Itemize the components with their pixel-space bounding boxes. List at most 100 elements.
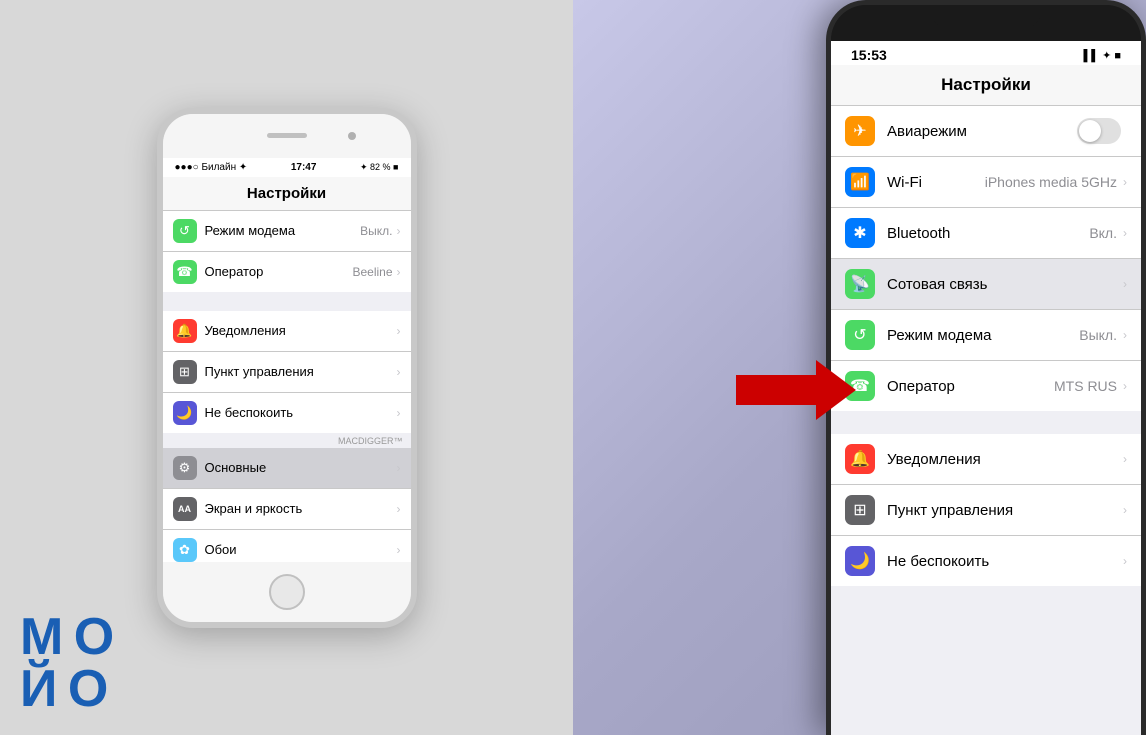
item-label: Пункт управления bbox=[887, 502, 1123, 519]
left-panel: ●●●○ Билайн ✦ 17:47 ✦ 82 % ■ Настройки ↺… bbox=[0, 0, 573, 735]
item-label: Пункт управления bbox=[205, 364, 397, 379]
control-center-icon: ⊞ bbox=[173, 360, 197, 384]
item-label: Обои bbox=[205, 542, 397, 557]
operator-icon: ☎ bbox=[845, 371, 875, 401]
watermark: MACDIGGER™ bbox=[163, 434, 411, 448]
item-value: iPhones media 5GHz bbox=[985, 174, 1117, 190]
item-label: Wi-Fi bbox=[887, 174, 985, 191]
item-label: Оператор bbox=[887, 378, 1054, 395]
iphonex-screen: Настройки ✈ Авиарежим 📶 Wi-Fi iPhones me… bbox=[831, 65, 1141, 735]
list-item[interactable]: 🌙 Не беспокоить › bbox=[831, 536, 1141, 586]
x-group-gap bbox=[831, 412, 1141, 434]
item-label: Сотовая связь bbox=[887, 276, 1123, 293]
dnd-icon: 🌙 bbox=[845, 546, 875, 576]
item-value: Вкл. bbox=[1089, 225, 1117, 241]
wifi-icon: 📶 bbox=[845, 167, 875, 197]
iphone6-top bbox=[163, 114, 411, 158]
iphone6-bottom bbox=[163, 562, 411, 622]
iphone6-status-bar: ●●●○ Билайн ✦ 17:47 ✦ 82 % ■ bbox=[163, 158, 411, 177]
item-label: Не беспокоить bbox=[887, 553, 1123, 570]
time-display: 17:47 bbox=[291, 162, 317, 173]
modem-icon: ↺ bbox=[173, 219, 197, 243]
wallpaper-icon: ✿ bbox=[173, 538, 197, 562]
item-value: MTS RUS bbox=[1054, 378, 1117, 394]
item-label: Уведомления bbox=[205, 323, 397, 338]
home-button[interactable] bbox=[269, 574, 305, 610]
chevron-icon: › bbox=[1123, 554, 1127, 568]
item-label: Авиарежим bbox=[887, 123, 1077, 140]
iphone6-camera bbox=[348, 132, 356, 140]
item-value: Beeline bbox=[352, 265, 392, 279]
settings-group-1: ↺ Режим модема Выкл. › ☎ Оператор Beelin… bbox=[163, 211, 411, 292]
list-item[interactable]: ⊞ Пункт управления › bbox=[831, 485, 1141, 536]
airplane-icon: ✈ bbox=[845, 116, 875, 146]
item-label: Уведомления bbox=[887, 451, 1123, 468]
chevron-icon: › bbox=[397, 543, 401, 557]
chevron-icon: › bbox=[397, 406, 401, 420]
notification-icon: 🔔 bbox=[173, 319, 197, 343]
iphone6-screen: Настройки ↺ Режим модема Выкл. › ☎ Опера… bbox=[163, 177, 411, 562]
chevron-icon: › bbox=[397, 265, 401, 279]
dnd-icon: 🌙 bbox=[173, 401, 197, 425]
bluetooth-icon: ✱ bbox=[845, 218, 875, 248]
gear-icon: ⚙ bbox=[173, 456, 197, 480]
chevron-icon: › bbox=[1123, 379, 1127, 393]
iphone6-speaker bbox=[267, 133, 307, 138]
list-item[interactable]: ☎ Оператор MTS RUS › bbox=[831, 361, 1141, 411]
cellular-icon: 📡 bbox=[845, 269, 875, 299]
settings-group-2: 🔔 Уведомления › ⊞ Пункт управления › 🌙 Н… bbox=[163, 311, 411, 433]
right-panel: 15:53 ▌▌ ✦ ■ Настройки ✈ Авиарежим 📶 Wi-… bbox=[573, 0, 1146, 735]
notification-icon: 🔔 bbox=[845, 444, 875, 474]
iphonex-device: 15:53 ▌▌ ✦ ■ Настройки ✈ Авиарежим 📶 Wi-… bbox=[826, 0, 1146, 735]
item-label: Режим модема bbox=[205, 223, 361, 238]
display-icon: AA bbox=[173, 497, 197, 521]
list-item[interactable]: 🔔 Уведомления › bbox=[163, 311, 411, 352]
list-item[interactable]: ☎ Оператор Beeline › bbox=[163, 252, 411, 292]
status-icons: ▌▌ ✦ ■ bbox=[1083, 49, 1121, 62]
list-item[interactable]: AA Экран и яркость › bbox=[163, 489, 411, 530]
item-label: Не беспокоить bbox=[205, 405, 397, 420]
list-item[interactable]: 🌙 Не беспокоить › bbox=[163, 393, 411, 433]
chevron-icon: › bbox=[1123, 328, 1127, 342]
item-label: Оператор bbox=[205, 264, 353, 279]
iphone6-device: ●●●○ Билайн ✦ 17:47 ✦ 82 % ■ Настройки ↺… bbox=[157, 108, 417, 628]
chevron-icon: › bbox=[397, 324, 401, 338]
chevron-icon: › bbox=[1123, 452, 1127, 466]
iphonex-notch-area bbox=[831, 5, 1141, 41]
list-item[interactable]: ⊞ Пункт управления › bbox=[163, 352, 411, 393]
list-item[interactable]: 📡 Сотовая связь › bbox=[831, 259, 1141, 310]
settings-title: Настройки bbox=[163, 177, 411, 211]
list-item[interactable]: 📶 Wi-Fi iPhones media 5GHz › bbox=[831, 157, 1141, 208]
x-settings-group-2: 🔔 Уведомления › ⊞ Пункт управления › 🌙 Н… bbox=[831, 434, 1141, 586]
iphonex-status-bar: 15:53 ▌▌ ✦ ■ bbox=[831, 41, 1141, 65]
list-item[interactable]: ✿ Обои › bbox=[163, 530, 411, 562]
moyo-logo: М ОЙ О bbox=[20, 611, 112, 715]
item-label: Основные bbox=[205, 460, 397, 475]
phone-icon: ☎ bbox=[173, 260, 197, 284]
settings-title-x: Настройки bbox=[831, 65, 1141, 106]
chevron-icon: › bbox=[397, 461, 401, 475]
status-icons: ✦ 82 % ■ bbox=[360, 162, 399, 173]
chevron-icon: › bbox=[397, 502, 401, 516]
airplane-toggle[interactable] bbox=[1077, 118, 1121, 144]
chevron-icon: › bbox=[1123, 226, 1127, 240]
item-label: Экран и яркость bbox=[205, 501, 397, 516]
chevron-icon: › bbox=[1123, 277, 1127, 291]
list-item[interactable]: ✈ Авиарежим bbox=[831, 106, 1141, 157]
list-item[interactable]: ↺ Режим модема Выкл. › bbox=[163, 211, 411, 252]
carrier-text: ●●●○ Билайн ✦ bbox=[175, 162, 248, 173]
chevron-icon: › bbox=[397, 365, 401, 379]
group-gap bbox=[163, 293, 411, 311]
modem-icon: ↺ bbox=[845, 320, 875, 350]
iphonex-notch bbox=[931, 5, 1041, 29]
list-item[interactable]: ↺ Режим модема Выкл. › bbox=[831, 310, 1141, 361]
settings-group-3: ⚙ Основные › AA Экран и яркость › ✿ Обои… bbox=[163, 448, 411, 562]
item-value: Выкл. bbox=[1079, 327, 1117, 343]
list-item[interactable]: ✱ Bluetooth Вкл. › bbox=[831, 208, 1141, 259]
list-item[interactable]: 🔔 Уведомления › bbox=[831, 434, 1141, 485]
list-item[interactable]: ⚙ Основные › bbox=[163, 448, 411, 489]
item-label: Режим модема bbox=[887, 327, 1079, 344]
item-label: Bluetooth bbox=[887, 225, 1089, 242]
chevron-icon: › bbox=[1123, 175, 1127, 189]
chevron-icon: › bbox=[397, 224, 401, 238]
